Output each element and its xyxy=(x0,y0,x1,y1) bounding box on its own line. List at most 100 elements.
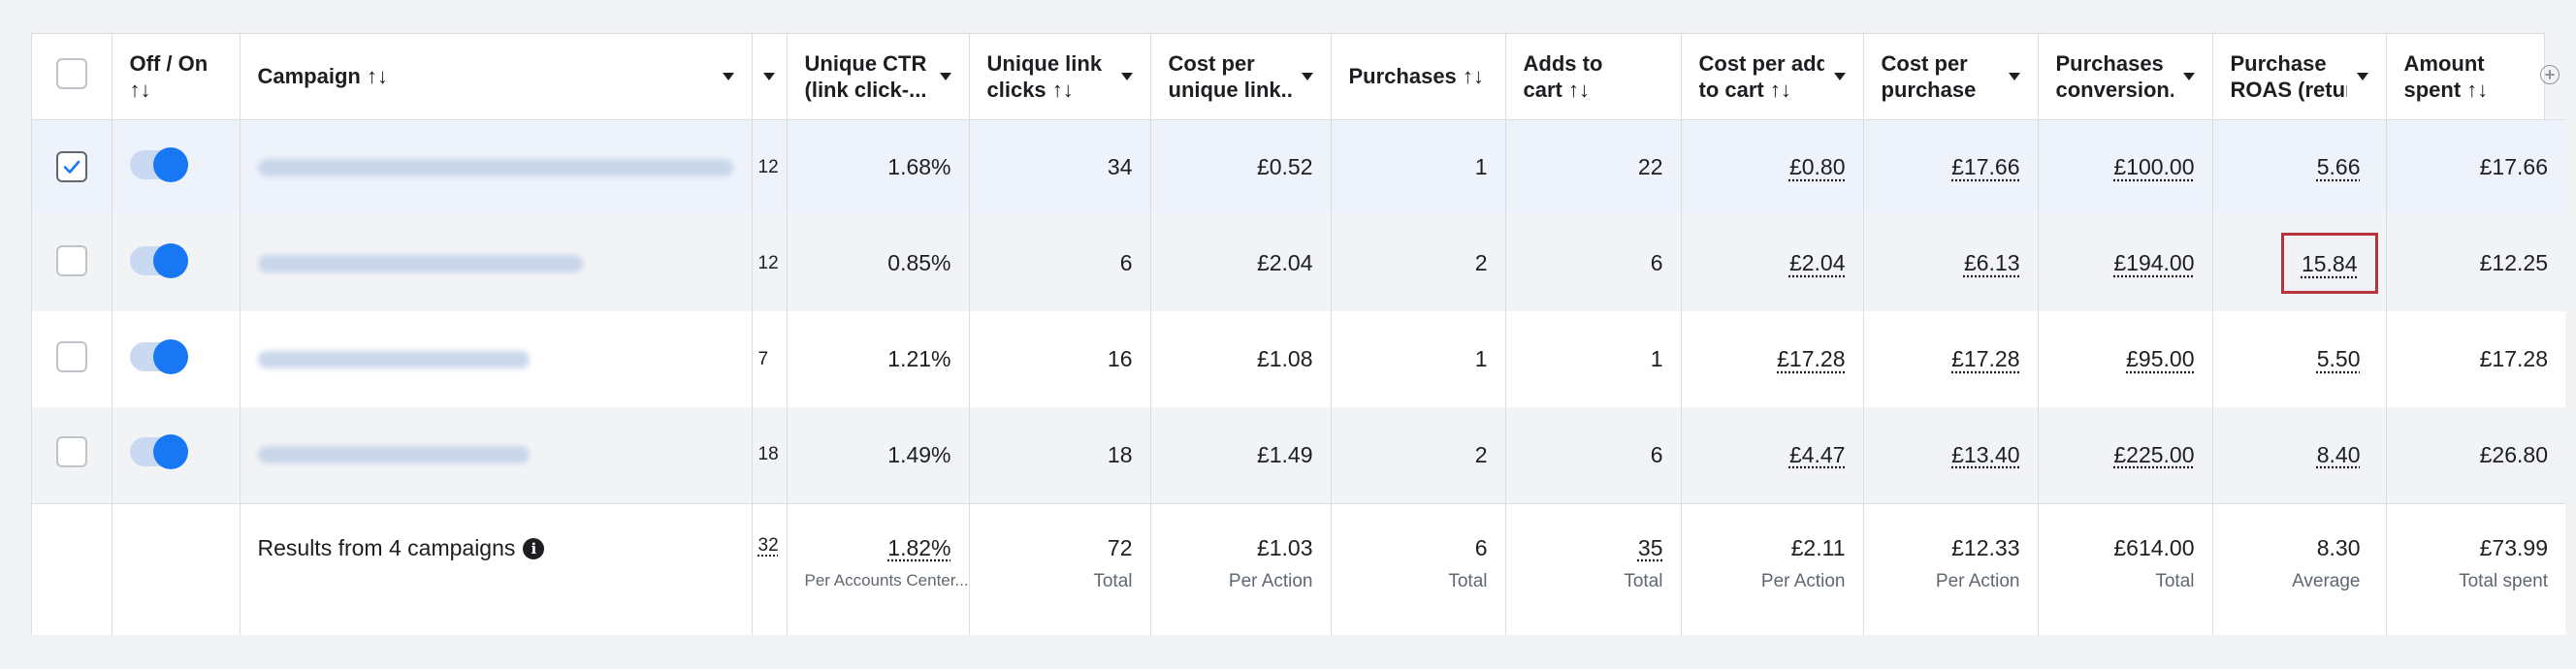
cost-per-add-to-cart-cell: £17.28 xyxy=(1681,311,1864,407)
summary-label-cell: Results from 4 campaigns i xyxy=(240,503,753,635)
cost-per-purchase-value[interactable]: £13.40 xyxy=(1951,442,2019,467)
header-campaign[interactable]: Campaign ↑↓ xyxy=(240,34,753,120)
header-cost-purchase-line2: purchase xyxy=(1881,77,1977,102)
select-all-checkbox[interactable] xyxy=(55,57,87,89)
purchases-conversion-value[interactable]: £100.00 xyxy=(2113,154,2194,179)
chevron-down-icon[interactable] xyxy=(2182,72,2195,80)
add-column-plus-icon[interactable]: + xyxy=(2540,65,2560,84)
cost-per-add-to-cart-value[interactable]: £17.28 xyxy=(1777,346,1845,371)
table-row[interactable]: 18 1.49% 18 £1.49 2 6 £4.47 £13.40 £225.… xyxy=(32,407,2565,503)
header-amount-spent[interactable]: Amount spent ↑↓ + xyxy=(2386,34,2565,120)
header-adds-line1: Adds to xyxy=(1523,50,1603,76)
header-unique-ctr[interactable]: Unique CTR (link click-... xyxy=(787,34,970,120)
purchase-roas-cell: 5.50 xyxy=(2212,311,2387,407)
campaign-name-cell[interactable] xyxy=(240,215,753,311)
row-select-cell xyxy=(32,119,113,215)
cost-per-purchase-value[interactable]: £17.66 xyxy=(1951,154,2019,179)
adds-to-cart-value: 22 xyxy=(1505,119,1682,215)
unique-link-clicks-value: 34 xyxy=(969,119,1151,215)
cost-per-add-to-cart-value[interactable]: £4.47 xyxy=(1789,442,1846,467)
purchases-conversion-value[interactable]: £194.00 xyxy=(2113,250,2194,275)
header-off-on-label: Off / On xyxy=(129,50,209,76)
purchase-roas-cell: 15.84 xyxy=(2212,215,2387,311)
row-checkbox[interactable] xyxy=(55,151,87,183)
cost-per-add-to-cart-value[interactable]: £2.04 xyxy=(1789,250,1846,275)
purchase-roas-value[interactable]: 5.66 xyxy=(2317,154,2361,179)
cost-per-purchase-value[interactable]: £6.13 xyxy=(1964,250,2020,275)
summary-purch-value-cell: £614.00 Total xyxy=(2038,503,2213,635)
purchase-roas-value[interactable]: 15.84 xyxy=(2302,251,2358,276)
purchase-roas-value[interactable]: 5.50 xyxy=(2317,346,2361,371)
purchases-conversion-cell: £95.00 xyxy=(2038,311,2213,407)
row-toggle-cell xyxy=(112,311,241,407)
header-off-on[interactable]: Off / On ↑↓ xyxy=(112,34,241,120)
campaign-name-cell[interactable] xyxy=(240,119,753,215)
purchases-value: 2 xyxy=(1331,215,1506,311)
table-row[interactable]: 12 0.85% 6 £2.04 2 6 £2.04 £6.13 £194.00… xyxy=(32,215,2565,311)
row-select-cell xyxy=(32,407,113,503)
chevron-down-icon[interactable] xyxy=(763,72,775,80)
campaign-name-cell[interactable] xyxy=(240,311,753,407)
campaign-toggle[interactable] xyxy=(129,242,188,278)
cost-per-purchase-value[interactable]: £17.28 xyxy=(1951,346,2019,371)
chevron-down-icon[interactable] xyxy=(2008,72,2020,80)
unique-ctr-value: 1.49% xyxy=(787,407,970,503)
chevron-down-icon[interactable] xyxy=(1833,72,1846,80)
blurred-campaign-name xyxy=(257,446,530,464)
row-checkbox[interactable] xyxy=(55,436,87,468)
campaign-name-cell[interactable] xyxy=(240,407,753,503)
summary-narrow-value[interactable]: 32 xyxy=(758,535,779,556)
chevron-down-icon[interactable] xyxy=(2356,72,2368,80)
header-purchases[interactable]: Purchases ↑↓ xyxy=(1331,34,1506,120)
unique-link-clicks-value: 18 xyxy=(969,407,1151,503)
header-purchases-conversion[interactable]: Purchasesconversion... xyxy=(2038,34,2213,120)
unique-link-clicks-value: 16 xyxy=(969,311,1151,407)
row-checkbox[interactable] xyxy=(55,244,87,276)
purchases-conversion-cell: £100.00 xyxy=(2038,119,2213,215)
row-toggle-cell xyxy=(112,407,241,503)
summary-roas-sub: Average xyxy=(2292,570,2361,591)
row-toggle-cell xyxy=(112,119,241,215)
header-cost-per-purchase[interactable]: Cost per purchase xyxy=(1863,34,2039,120)
row-toggle-cell xyxy=(112,215,241,311)
checkmark-icon xyxy=(63,160,80,175)
amount-spent-value: £26.80 xyxy=(2479,441,2548,467)
cost-per-add-to-cart-value[interactable]: £0.80 xyxy=(1789,154,1846,179)
cost-per-unique-link-value: £1.08 xyxy=(1150,311,1332,407)
header-unique-link-clicks[interactable]: Unique link clicks ↑↓ xyxy=(969,34,1151,120)
summary-adds-value[interactable]: 35 xyxy=(1638,535,1663,560)
toggle-knob xyxy=(152,338,188,374)
campaign-toggle[interactable] xyxy=(129,146,188,182)
table-row[interactable]: 12 1.68% 34 £0.52 1 22 £0.80 £17.66 £100… xyxy=(32,119,2565,215)
info-icon[interactable]: i xyxy=(523,537,545,559)
summary-cost-add-value: £2.11 xyxy=(1790,534,1846,560)
purchases-value: 2 xyxy=(1331,407,1506,503)
purchase-roas-value[interactable]: 8.40 xyxy=(2317,442,2361,467)
table-row[interactable]: 7 1.21% 16 £1.08 1 1 £17.28 £17.28 £95.0… xyxy=(32,311,2565,407)
chevron-down-icon[interactable] xyxy=(1301,72,1313,80)
chevron-down-icon[interactable] xyxy=(1120,72,1133,80)
blurred-campaign-name xyxy=(257,350,530,368)
campaign-toggle[interactable] xyxy=(129,434,188,470)
summary-ctr-value[interactable]: 1.82% xyxy=(887,535,950,560)
purchases-conversion-value[interactable]: £95.00 xyxy=(2126,346,2194,371)
header-adds-to-cart[interactable]: Adds to cart ↑↓ xyxy=(1505,34,1682,120)
header-cost-per-unique-link[interactable]: Cost per unique link... xyxy=(1150,34,1332,120)
row-checkbox[interactable] xyxy=(55,340,87,372)
chevron-down-icon[interactable] xyxy=(722,72,734,80)
amount-spent-value: £17.66 xyxy=(2479,154,2548,180)
adds-to-cart-value: 1 xyxy=(1505,311,1682,407)
header-amount-line1: Amount xyxy=(2403,50,2485,76)
purchases-conversion-value[interactable]: £225.00 xyxy=(2113,442,2194,467)
cost-per-add-to-cart-cell: £2.04 xyxy=(1681,215,1864,311)
summary-purchases-sub: Total xyxy=(1448,570,1488,591)
select-all-header xyxy=(32,34,113,120)
header-cost-per-add-to-cart[interactable]: Cost per add to cart ↑↓ xyxy=(1681,34,1864,120)
campaign-toggle[interactable] xyxy=(129,338,188,374)
chevron-down-icon[interactable] xyxy=(939,72,951,80)
header-unique-ctr-line2: (link click-... xyxy=(804,77,927,102)
header-narrow-column[interactable] xyxy=(752,34,788,120)
row-select-cell xyxy=(32,215,113,311)
header-purchase-roas[interactable]: PurchaseROAS (retur... xyxy=(2212,34,2387,120)
summary-spent-value: £73.99 xyxy=(2479,534,2548,560)
